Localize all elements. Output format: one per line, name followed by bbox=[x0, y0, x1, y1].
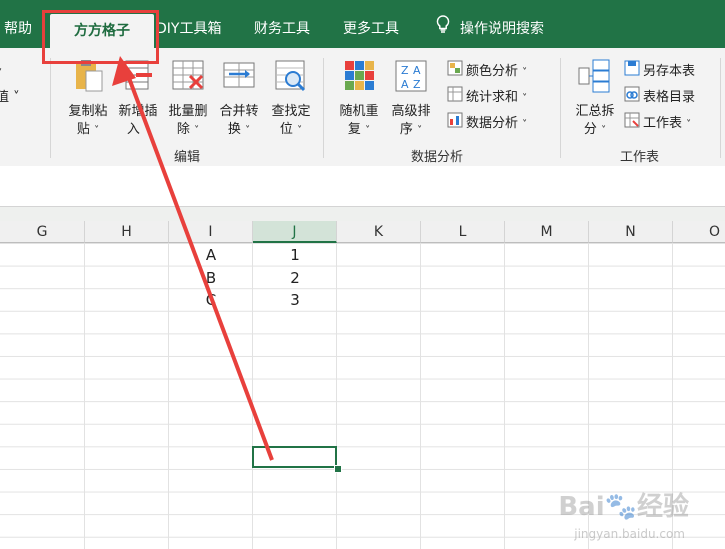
annotation-arrow bbox=[112, 56, 274, 461]
baidu-watermark: Bai🐾经验 bbox=[558, 492, 689, 522]
paw-icon: 🐾 bbox=[604, 492, 637, 522]
watermark-url: jingyan.baidu.com bbox=[574, 527, 685, 541]
